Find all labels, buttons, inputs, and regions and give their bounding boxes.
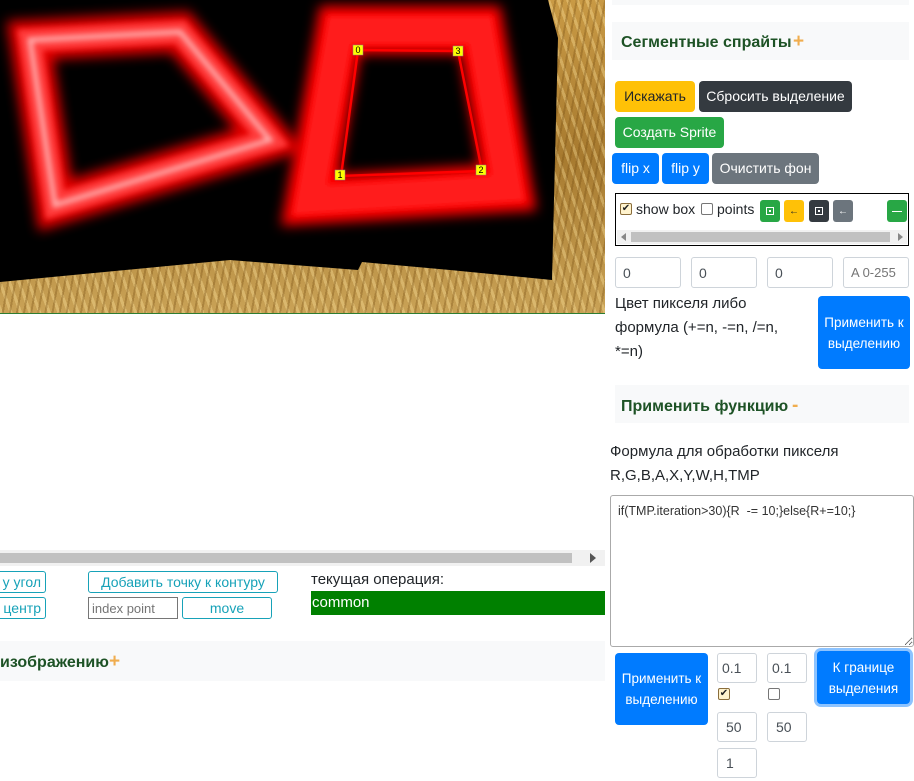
contour-point-0[interactable]: 0 — [352, 44, 364, 56]
clear-background-button[interactable]: Очистить фон — [712, 153, 819, 184]
scroll-right-arrow-icon[interactable] — [898, 233, 903, 241]
apply-to-selection-button[interactable]: Применить к выделению — [818, 296, 910, 369]
distort-button[interactable]: Искажать — [615, 81, 695, 112]
pixel-r-input[interactable] — [615, 257, 681, 288]
arrow-left-gray-icon[interactable]: ← — [833, 200, 853, 222]
move-button[interactable]: move — [182, 597, 272, 619]
svg-text:3: 3 — [455, 46, 460, 56]
show-box-label: show box — [636, 201, 696, 217]
dot-green-icon[interactable] — [760, 200, 780, 222]
contour-point-3[interactable]: 3 — [452, 45, 464, 57]
pixel-a-input[interactable] — [843, 257, 909, 288]
horizontal-scrollbar[interactable] — [0, 550, 605, 566]
toolbar-scrollbar-thumb[interactable] — [631, 232, 890, 242]
arrow-left-yellow-icon[interactable]: ← — [784, 200, 804, 222]
pixel-g-input[interactable] — [691, 257, 757, 288]
add-contour-point-button[interactable]: Добавить точку к контуру — [88, 571, 278, 593]
apply-function-button[interactable]: Применить к выделению — [615, 653, 708, 725]
plus-icon[interactable]: + — [109, 651, 120, 673]
minus-icon[interactable]: - — [792, 395, 798, 417]
sprite-toolbar: ✔ show box points ← ← — — [615, 193, 909, 246]
scrollbar-thumb[interactable] — [0, 553, 572, 563]
apply-function-header[interactable]: Применить функцию - — [615, 385, 909, 423]
dot-dark-icon[interactable] — [809, 200, 829, 222]
to-selection-border-button[interactable]: К границе выделения — [817, 651, 910, 704]
plus-icon[interactable]: + — [793, 31, 804, 53]
apply-function-title: Применить функцию — [621, 398, 789, 415]
param-c1-input[interactable] — [717, 748, 757, 778]
flip-y-button[interactable]: flip y — [662, 153, 709, 184]
param-a2-input[interactable] — [767, 653, 807, 683]
create-sprite-button[interactable]: Создать Sprite — [615, 117, 724, 148]
param-b1-input[interactable] — [717, 712, 757, 742]
param-check2-checkbox[interactable] — [768, 688, 780, 700]
image-section-header[interactable]: изображению + — [0, 641, 605, 681]
image-section-title: изображению — [0, 654, 109, 671]
param-b2-input[interactable] — [767, 712, 807, 742]
corner-button[interactable]: у угол — [0, 571, 46, 593]
scroll-right-arrow-icon[interactable] — [590, 553, 596, 563]
current-operation-label: текущая операция: — [311, 571, 445, 588]
center-button[interactable]: центр — [0, 597, 46, 619]
formula-textarea[interactable]: if(TMP.iteration>30){R -= 10;}else{R+=10… — [610, 495, 914, 647]
canvas-drawing: 0 3 2 1 — [0, 0, 558, 282]
show-box-checkbox[interactable]: ✔ — [620, 203, 632, 215]
points-label: points — [717, 201, 755, 217]
param-a1-input[interactable] — [717, 653, 757, 683]
top-section-edge — [612, 0, 909, 5]
pixel-color-label: Цвет пикселя либо формула (+=n, -=n, /=n… — [615, 295, 779, 360]
minus-green-icon[interactable]: — — [887, 200, 907, 222]
segment-sprites-title: Сегментные спрайты — [621, 34, 792, 51]
pixel-b-input[interactable] — [767, 257, 833, 288]
reset-selection-button[interactable]: Сбросить выделение — [699, 81, 852, 112]
param-check1-checkbox[interactable]: ✔ — [718, 688, 730, 700]
scroll-left-arrow-icon[interactable] — [621, 233, 626, 241]
toolbar-scrollbar[interactable] — [617, 230, 907, 244]
points-checkbox[interactable] — [701, 203, 713, 215]
image-canvas[interactable]: 0 3 2 1 — [0, 0, 605, 314]
svg-text:2: 2 — [478, 165, 483, 175]
svg-text:1: 1 — [337, 170, 342, 180]
svg-text:0: 0 — [355, 45, 360, 55]
index-point-input[interactable] — [88, 597, 178, 619]
formula-label: Формула для обработки пикселя R,G,B,A,X,… — [610, 443, 839, 484]
flip-x-button[interactable]: flip x — [612, 153, 659, 184]
segment-sprites-header[interactable]: Сегментные спрайты + — [612, 22, 909, 60]
contour-point-2[interactable]: 2 — [475, 164, 487, 176]
contour-point-1[interactable]: 1 — [334, 169, 346, 181]
current-operation-value: common — [311, 591, 605, 615]
